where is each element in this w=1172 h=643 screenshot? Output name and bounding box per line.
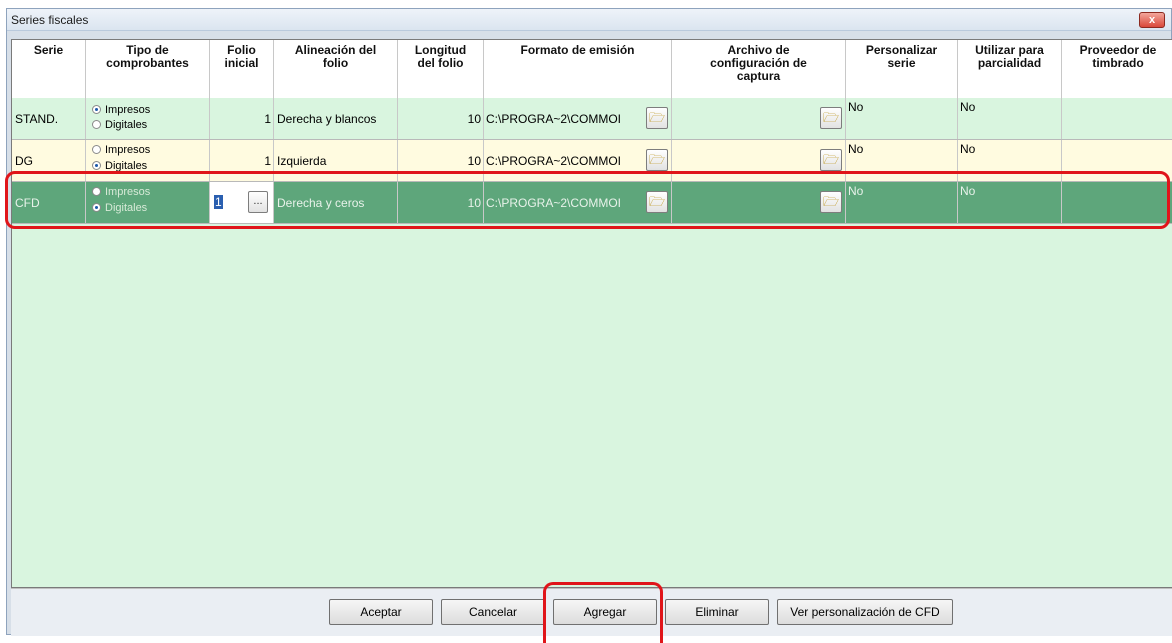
cell-serie: STAND. (15, 112, 59, 126)
series-fiscales-window: Series fiscales x Serie Tipo de comproba… (6, 8, 1172, 636)
button-bar: Aceptar Cancelar Agregar Eliminar Ver pe… (11, 588, 1172, 636)
radio-dot-checked (92, 203, 101, 212)
radio-dot-checked (92, 161, 101, 170)
radio-dot-checked (92, 105, 101, 114)
column-header-personalizar[interactable]: Personalizar serie (846, 40, 958, 98)
folder-open-icon[interactable]: 🗁 (646, 107, 668, 129)
column-header-longitud[interactable]: Longitud del folio (398, 40, 484, 98)
table-row[interactable]: STAND. Impresos Digitales 1 Derecha y bl… (12, 98, 1172, 140)
folder-open-icon[interactable]: 🗁 (646, 191, 668, 213)
cell-serie: CFD (15, 196, 40, 210)
folio-picker-button[interactable]: ... (248, 191, 268, 213)
column-header-formato[interactable]: Formato de emisión (484, 40, 672, 98)
cell-formato: C:\PROGRA~2\COMMOI (486, 112, 622, 126)
title-bar: Series fiscales x (7, 9, 1171, 31)
agregar-button[interactable]: Agregar (553, 599, 657, 625)
column-header-serie[interactable]: Serie (12, 40, 86, 98)
ver-personalizacion-button[interactable]: Ver personalización de CFD (777, 599, 953, 625)
folio-inicial-input[interactable]: 1 (214, 195, 223, 209)
radio-dot (92, 120, 101, 129)
cell-personalizar: No (848, 184, 864, 198)
radio-impresos[interactable]: Impresos (92, 186, 182, 200)
cell-longitud: 10 (467, 154, 481, 168)
cell-formato: C:\PROGRA~2\COMMOI (486, 196, 622, 210)
cell-personalizar: No (848, 100, 864, 114)
radio-digitales[interactable]: Digitales (92, 119, 182, 133)
cell-parcialidad: No (960, 184, 976, 198)
grid-header: Serie Tipo de comprobantes Folio inicial… (12, 40, 1172, 99)
cell-alineacion: Derecha y ceros (277, 196, 365, 210)
cell-longitud: 10 (467, 112, 481, 126)
series-grid: Serie Tipo de comprobantes Folio inicial… (11, 39, 1172, 588)
radio-impresos[interactable]: Impresos (92, 104, 182, 118)
radio-impresos[interactable]: Impresos (92, 144, 182, 158)
table-row-selected[interactable]: CFD Impresos Digitales 1 ... Derecha y c… (12, 182, 1172, 224)
column-header-archivo[interactable]: Archivo de configuración de captura (672, 40, 846, 98)
eliminar-button[interactable]: Eliminar (665, 599, 769, 625)
cell-longitud: 10 (467, 196, 481, 210)
cell-formato: C:\PROGRA~2\COMMOI (486, 154, 622, 168)
folder-open-icon[interactable]: 🗁 (820, 191, 842, 213)
cell-folio-inicial: 1 (264, 154, 271, 168)
aceptar-button[interactable]: Aceptar (329, 599, 433, 625)
radio-dot (92, 187, 101, 196)
cell-serie: DG (15, 154, 33, 168)
folder-open-icon[interactable]: 🗁 (820, 149, 842, 171)
window-title: Series fiscales (11, 13, 89, 27)
column-header-parcialidad[interactable]: Utilizar para parcialidad (958, 40, 1062, 98)
column-header-alineacion[interactable]: Alineación del folio (274, 40, 398, 98)
cell-alineacion: Derecha y blancos (277, 112, 377, 126)
cell-parcialidad: No (960, 142, 976, 156)
cell-parcialidad: No (960, 100, 976, 114)
cell-personalizar: No (848, 142, 864, 156)
radio-dot (92, 145, 101, 154)
cancelar-button[interactable]: Cancelar (441, 599, 545, 625)
close-button[interactable]: x (1139, 12, 1165, 28)
table-row[interactable]: DG Impresos Digitales 1 Izquierda 10 C:\… (12, 140, 1172, 182)
cell-alineacion: Izquierda (277, 154, 327, 168)
cell-folio-inicial: 1 (264, 112, 271, 126)
column-header-folio-inicial[interactable]: Folio inicial (210, 40, 274, 98)
column-header-proveedor[interactable]: Proveedor de timbrado (1062, 40, 1172, 98)
radio-digitales[interactable]: Digitales (92, 202, 182, 216)
radio-digitales[interactable]: Digitales (92, 160, 182, 174)
column-header-tipo[interactable]: Tipo de comprobantes (86, 40, 210, 98)
folder-open-icon[interactable]: 🗁 (646, 149, 668, 171)
folder-open-icon[interactable]: 🗁 (820, 107, 842, 129)
